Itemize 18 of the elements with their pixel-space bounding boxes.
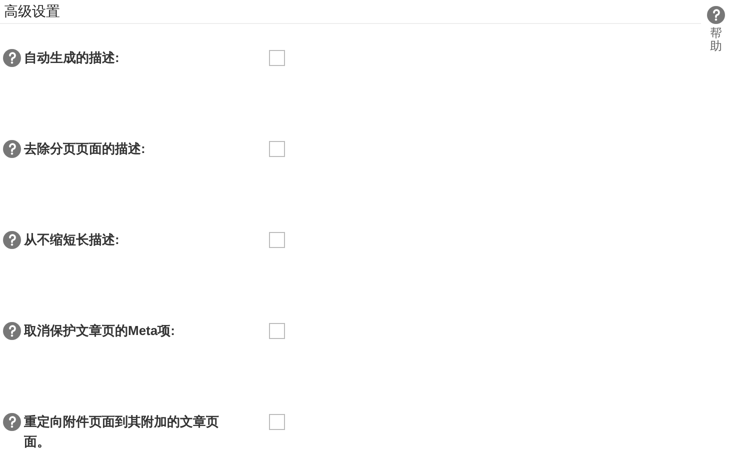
option-label: 取消保护文章页的Meta项: (24, 322, 176, 340)
option-label: 从不缩短长描述: (24, 231, 120, 249)
help-link[interactable]: 帮助 (707, 6, 725, 54)
section-title: 高级设置 (4, 2, 60, 21)
checkbox[interactable] (269, 323, 285, 339)
help-icon[interactable] (3, 49, 21, 67)
option-label: 自动生成的描述: (24, 49, 120, 67)
help-icon[interactable] (3, 413, 21, 431)
help-icon[interactable] (3, 322, 21, 340)
help-icon[interactable] (3, 140, 21, 158)
help-icon[interactable] (3, 231, 21, 249)
checkbox[interactable] (269, 141, 285, 157)
checkbox[interactable] (269, 414, 285, 430)
checkbox[interactable] (269, 50, 285, 66)
help-icon (707, 6, 725, 24)
option-label: 去除分页页面的描述: (24, 140, 146, 158)
option-label: 重定向附件页面到其附加的文章页面。 (24, 413, 220, 451)
checkbox[interactable] (269, 232, 285, 248)
